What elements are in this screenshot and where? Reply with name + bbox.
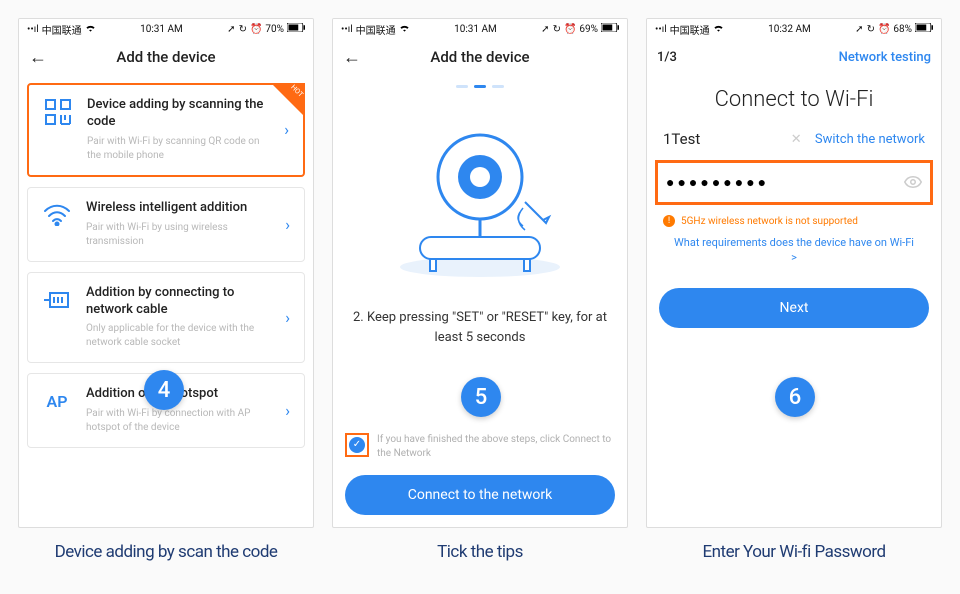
- camera-illustration: [333, 102, 627, 302]
- next-button[interactable]: Next: [659, 288, 929, 328]
- password-value: ●●●●●●●●●: [666, 174, 769, 191]
- alarm-icon: ⏰: [250, 24, 262, 35]
- carrier-label: 中国联通: [42, 22, 82, 37]
- tick-label: If you have finished the above steps, cl…: [377, 433, 615, 461]
- signal-icon: ••ıl: [27, 24, 39, 35]
- caption-2: Tick the tips: [332, 542, 628, 562]
- qr-icon: [43, 97, 73, 127]
- step-badge-6: 6: [775, 377, 815, 417]
- chevron-right-icon: ›: [285, 215, 290, 234]
- alarm-icon: ⏰: [878, 24, 890, 35]
- option-title: Device adding by scanning the code: [87, 97, 270, 131]
- caption-3: Enter Your Wi-fi Password: [646, 542, 942, 562]
- battery-icon: [287, 23, 305, 35]
- rotate-icon: ↻: [867, 24, 875, 35]
- ethernet-icon: [42, 285, 72, 315]
- nav-bar: ← Add the device: [333, 39, 627, 75]
- wifi-icon: [85, 23, 96, 35]
- phone-screen-2: ••ıl 中国联通 10:31 AM ➚ ↻ ⏰ 69% ← Add the d…: [332, 18, 628, 528]
- carrier-label: 中国联通: [356, 22, 396, 37]
- instruction-text: 2. Keep pressing "SET" or "RESET" key, f…: [333, 302, 627, 357]
- option-desc: Pair with Wi-Fi by using wireless transm…: [86, 221, 271, 249]
- progress-dots: [333, 85, 627, 88]
- rotate-icon: ↻: [553, 24, 561, 35]
- switch-network-link[interactable]: ✕ Switch the network: [791, 132, 925, 147]
- checkbox-highlight: ✓: [345, 433, 369, 457]
- battery-label: 68%: [893, 24, 912, 35]
- warning-icon: !: [663, 215, 675, 227]
- option-title: Addition by connecting to network cable: [86, 285, 271, 319]
- signal-icon: ••ıl: [655, 24, 667, 35]
- page-title: Connect to Wi-Fi: [647, 87, 941, 112]
- nav-title: Add the device: [430, 48, 529, 66]
- battery-label: 69%: [579, 24, 598, 35]
- wifi-icon: [713, 23, 724, 35]
- ssid-name: 1Test: [663, 130, 700, 148]
- status-bar: ••ıl 中国联通 10:31 AM ➚ ↻ ⏰ 69%: [333, 19, 627, 39]
- phone-screen-3: ••ıl 中国联通 10:32 AM ➚ ↻ ⏰ 68% 1/3 Network…: [646, 18, 942, 528]
- step-badge-4: 4: [144, 370, 184, 410]
- option-desc: Only applicable for the device with the …: [86, 322, 271, 350]
- checkbox-checked-icon[interactable]: ✓: [349, 437, 365, 453]
- nav-arrow-icon: ➚: [227, 24, 235, 35]
- option-desc: Pair with Wi-Fi by scanning QR code on t…: [87, 135, 270, 163]
- page-indicator: 1/3: [657, 50, 677, 65]
- option-title: Wireless intelligent addition: [86, 200, 271, 217]
- back-icon[interactable]: ←: [343, 47, 361, 68]
- tick-confirm-row[interactable]: ✓ If you have finished the above steps, …: [333, 427, 627, 467]
- battery-icon: [915, 23, 933, 35]
- chevron-right-icon: ›: [285, 401, 290, 420]
- hot-badge: [271, 83, 305, 117]
- nav-bar: 1/3 Network testing: [647, 39, 941, 75]
- status-bar: ••ıl 中国联通 10:31 AM ➚ ↻ ⏰ 70%: [19, 19, 313, 39]
- time-label: 10:31 AM: [454, 24, 497, 35]
- option-desc: Pair with Wi-Fi by connection with AP ho…: [86, 407, 271, 435]
- chevron-right-icon: ›: [285, 308, 290, 327]
- requirements-link[interactable]: What requirements does the device have o…: [647, 233, 941, 280]
- network-testing-link[interactable]: Network testing: [839, 50, 931, 65]
- warning-text: 5GHz wireless network is not supported: [681, 216, 858, 227]
- alarm-icon: ⏰: [564, 24, 576, 35]
- caption-1: Device adding by scan the code: [18, 542, 314, 562]
- rotate-icon: ↻: [239, 24, 247, 35]
- time-label: 10:32 AM: [768, 24, 811, 35]
- option-cable[interactable]: Addition by connecting to network cable …: [27, 272, 305, 364]
- option-wireless[interactable]: Wireless intelligent addition Pair with …: [27, 187, 305, 262]
- battery-icon: [601, 23, 619, 35]
- ap-icon: AP: [42, 386, 72, 416]
- wifi-icon: [399, 23, 410, 35]
- wifi-icon: [42, 200, 72, 230]
- step-badge-5: 5: [461, 377, 501, 417]
- time-label: 10:31 AM: [140, 24, 183, 35]
- phone-screen-1: ••ıl 中国联通 10:31 AM ➚ ↻ ⏰ 70% ← Add the d…: [18, 18, 314, 528]
- status-bar: ••ıl 中国联通 10:32 AM ➚ ↻ ⏰ 68%: [647, 19, 941, 39]
- option-scan-code[interactable]: Device adding by scanning the code Pair …: [27, 83, 305, 177]
- battery-label: 70%: [265, 24, 284, 35]
- signal-icon: ••ıl: [341, 24, 353, 35]
- close-icon: ✕: [791, 132, 802, 147]
- nav-arrow-icon: ➚: [541, 24, 549, 35]
- chevron-right-icon: ›: [284, 120, 289, 139]
- nav-bar: ← Add the device: [19, 39, 313, 75]
- eye-icon[interactable]: [904, 173, 922, 192]
- password-field[interactable]: ●●●●●●●●●: [655, 160, 933, 205]
- back-icon[interactable]: ←: [29, 47, 47, 68]
- nav-title: Add the device: [116, 48, 215, 66]
- warning-row: ! 5GHz wireless network is not supported: [647, 215, 941, 227]
- nav-arrow-icon: ➚: [855, 24, 863, 35]
- connect-network-button[interactable]: Connect to the network: [345, 475, 615, 515]
- carrier-label: 中国联通: [670, 22, 710, 37]
